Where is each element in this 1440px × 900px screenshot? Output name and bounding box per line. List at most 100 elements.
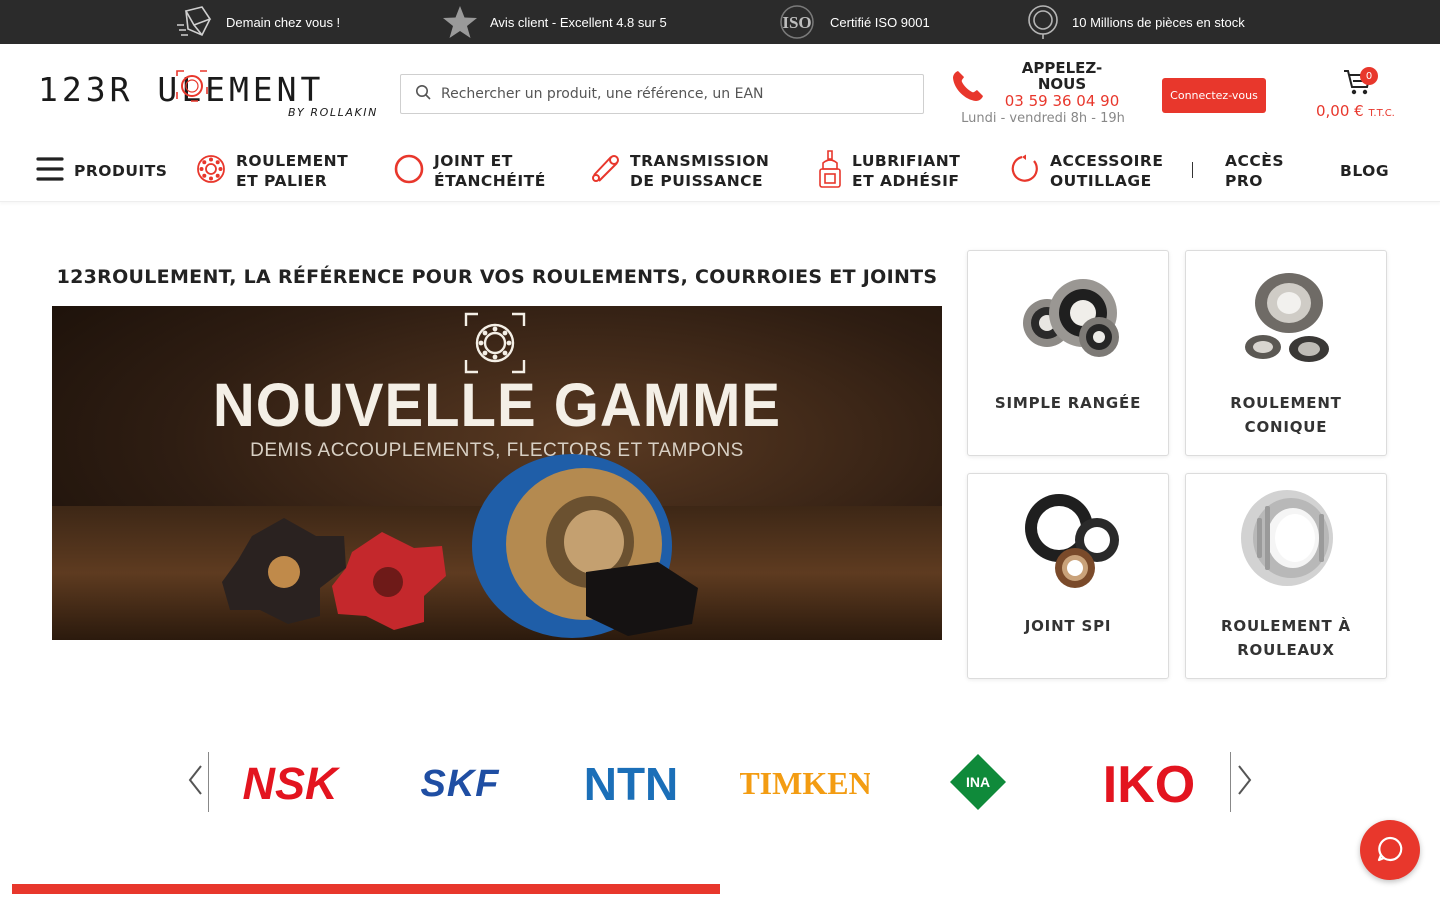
nav-label: ACCESSOIRE OUTILLAGE: [1050, 151, 1163, 191]
site-logo[interactable]: 123R ULEMENT BY ROLLAKIN: [38, 70, 378, 122]
login-button[interactable]: Connectez-vous: [1162, 78, 1266, 113]
brand-carousel: NSK SKF NTN TIMKEN INA IKO: [180, 752, 1260, 812]
nav-label-line1: ROULEMENT: [236, 152, 349, 170]
nav-label: LUBRIFIANT ET ADHÉSIF: [852, 151, 960, 191]
cart-total: 0,00 € T.T.C.: [1316, 102, 1395, 120]
phone-hours: Lundi - vendredi 8h - 19h: [961, 111, 1125, 126]
cart[interactable]: 0 0,00 € T.T.C.: [1310, 66, 1420, 126]
brand-logo-ina[interactable]: INA: [898, 752, 1058, 812]
carousel-prev-button[interactable]: [180, 752, 210, 812]
tapered-bearing-image: [1245, 273, 1329, 362]
carousel-next-button[interactable]: [1230, 752, 1260, 812]
search-input[interactable]: [441, 86, 911, 102]
brand-logo-ntn[interactable]: NTN: [553, 752, 713, 812]
nav-label-line2: ET PALIER: [236, 172, 328, 190]
category-label: ROULEMENT CONIQUE: [1186, 391, 1386, 439]
category-label-line1: ROULEMENT À: [1221, 617, 1351, 635]
ball-bearing-image: [1023, 279, 1119, 357]
topbar-text-iso: Certifié ISO 9001: [830, 14, 930, 30]
nav-label: JOINT ET ÉTANCHÉITÉ: [434, 151, 546, 191]
topbar-item-reviews: Avis client - Excellent 4.8 sur 5: [442, 0, 667, 44]
timken-logo: TIMKEN: [740, 765, 870, 801]
brand-logo-timken[interactable]: TIMKEN: [725, 752, 885, 812]
topbar-item-stock: 10 Millions de pièces en stock: [1026, 0, 1245, 44]
svg-text:INA: INA: [966, 774, 990, 790]
nav-item-accessoire[interactable]: ACCESSOIRE OUTILLAGE: [1010, 140, 1163, 202]
phone-contact[interactable]: APPELEZ-NOUS 03 59 36 04 90 Lundi - vend…: [948, 60, 1138, 130]
site-header: 123R ULEMENT BY ROLLAKIN APPELEZ-NOUS 03…: [0, 44, 1440, 140]
iko-logo: IKO: [1103, 758, 1195, 806]
search-icon[interactable]: [415, 84, 431, 104]
bearing-parts-icon: [1026, 4, 1060, 40]
category-tile-conique[interactable]: ROULEMENT CONIQUE: [1185, 250, 1387, 456]
nav-label: ROULEMENT ET PALIER: [236, 151, 348, 191]
shaft-seal-image: [1025, 494, 1119, 588]
svg-text:NTN: NTN: [584, 760, 679, 804]
nav-item-lubrifiant[interactable]: LUBRIFIANT ET ADHÉSIF: [818, 140, 960, 202]
top-info-bar: Demain chez vous ! Avis client - Excelle…: [0, 0, 1440, 44]
main-navigation: PRODUITS ROULEMENT ET PALIER JOINT ET ÉTAN…: [0, 140, 1440, 202]
category-label-line2: ROULEAUX: [1237, 641, 1335, 659]
nav-products[interactable]: PRODUITS: [36, 140, 167, 202]
chat-button[interactable]: [1360, 820, 1420, 880]
belt-icon: [590, 154, 620, 189]
phone-title: APPELEZ-NOUS: [1021, 59, 1103, 93]
carousel-progress-fill: [12, 884, 720, 894]
nav-blog[interactable]: BLOG: [1340, 140, 1389, 202]
nav-item-joint[interactable]: JOINT ET ÉTANCHÉITÉ: [394, 140, 546, 202]
nav-item-roulement[interactable]: ROULEMENT ET PALIER: [196, 140, 348, 202]
brand-logo-skf[interactable]: SKF: [382, 752, 542, 812]
bearing-icon: [196, 154, 226, 189]
iso-badge-text: ISO: [782, 13, 811, 32]
nav-blog-label: BLOG: [1340, 162, 1390, 180]
category-label-line1: SIMPLE RANGÉE: [994, 394, 1142, 412]
nav-label-line1: TRANSMISSION: [630, 152, 770, 170]
page-heading: 123ROULEMENT, LA RÉFÉRENCE POUR VOS ROUL…: [56, 266, 938, 288]
chat-bubble-icon[interactable]: [1376, 835, 1404, 866]
ina-logo: INA: [950, 754, 1006, 810]
phone-number[interactable]: 03 59 36 04 90: [1000, 92, 1124, 110]
ntn-logo: NTN: [584, 760, 679, 804]
category-tile-joint-spi[interactable]: JOINT SPI: [967, 473, 1169, 679]
chevron-right-icon[interactable]: [1237, 764, 1253, 800]
star-icon: [442, 5, 478, 39]
svg-text:TIMKEN: TIMKEN: [740, 765, 870, 801]
seal-ring-icon: [394, 154, 424, 189]
nav-label-line2: DE PUISSANCE: [630, 172, 764, 190]
nav-label-line2: OUTILLAGE: [1050, 172, 1152, 190]
roller-bearing-image: [1241, 490, 1333, 586]
category-label: SIMPLE RANGÉE: [968, 391, 1168, 415]
nav-label-line2: ÉTANCHÉITÉ: [434, 172, 546, 190]
delivery-box-icon: [176, 5, 214, 39]
svg-text:SKF: SKF: [421, 763, 501, 802]
nav-label-line2: PRO: [1225, 172, 1263, 190]
search-bar[interactable]: [400, 74, 924, 114]
topbar-text-reviews: Avis client - Excellent 4.8 sur 5: [490, 14, 667, 30]
promo-banner[interactable]: NOUVELLE GAMME DEMIS ACCOUPLEMENTS, FLEC…: [52, 306, 942, 640]
category-label-line1: JOINT SPI: [1024, 617, 1112, 635]
nav-label: TRANSMISSION DE PUISSANCE: [630, 151, 769, 191]
iso-badge-icon: ISO: [776, 4, 818, 40]
topbar-item-delivery: Demain chez vous !: [176, 0, 340, 44]
cart-total-amount: 0,00 €: [1316, 102, 1364, 120]
phone-icon: [950, 68, 986, 108]
chevron-left-icon[interactable]: [187, 764, 203, 800]
tool-icon: [1010, 154, 1040, 189]
hamburger-menu-icon[interactable]: [36, 156, 64, 187]
nsk-logo: NSK: [242, 762, 341, 802]
brand-logo-nsk[interactable]: NSK: [210, 752, 370, 812]
brand-logo-iko[interactable]: IKO: [1069, 752, 1229, 812]
category-label-line2: CONIQUE: [1244, 418, 1328, 436]
nav-label-line1: LUBRIFIANT: [852, 152, 961, 170]
category-label: ROULEMENT À ROULEAUX: [1186, 614, 1386, 662]
nav-pro-access[interactable]: ACCÈS PRO: [1225, 140, 1284, 202]
cart-count-badge: 0: [1360, 67, 1378, 85]
category-tile-simple-rangee[interactable]: SIMPLE RANGÉE: [967, 250, 1169, 456]
svg-text:IKO: IKO: [1103, 758, 1195, 806]
nav-divider: [1192, 162, 1193, 178]
svg-text:NSK: NSK: [242, 762, 341, 802]
category-tile-rouleaux[interactable]: ROULEMENT À ROULEAUX: [1185, 473, 1387, 679]
topbar-text-delivery: Demain chez vous !: [226, 14, 341, 30]
nav-item-transmission[interactable]: TRANSMISSION DE PUISSANCE: [590, 140, 769, 202]
category-label-line1: ROULEMENT: [1230, 394, 1342, 412]
